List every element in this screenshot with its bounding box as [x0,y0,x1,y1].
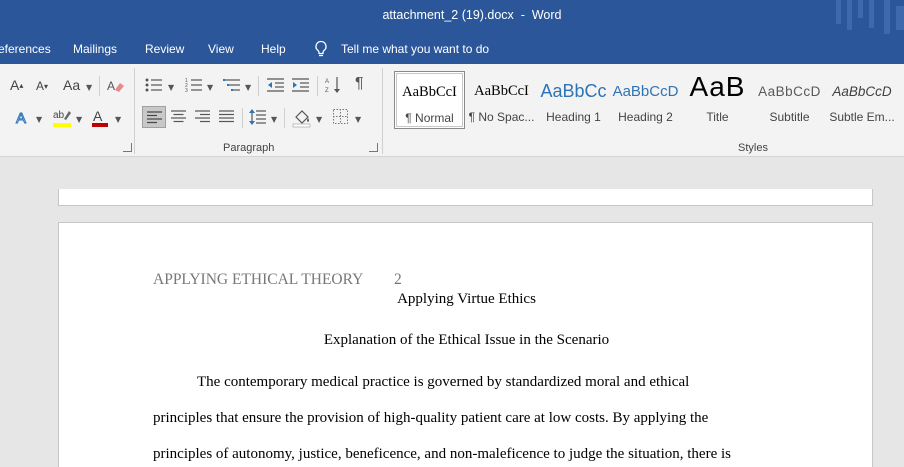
style-name: Heading 2 [618,110,673,124]
document-title: Applying Virtue Ethics [397,291,536,307]
separator [317,76,318,96]
decrease-indent-icon[interactable] [267,77,285,93]
tab-help[interactable]: Help [261,42,286,56]
document-page[interactable]: APPLYING ETHICAL THEORY 2 Applying Virtu… [58,222,873,467]
page-number: 2 [394,271,402,288]
paragraph-dialog-launcher[interactable] [369,143,378,152]
separator [284,108,285,128]
align-right-icon[interactable] [195,110,210,123]
numbering-dropdown-icon[interactable]: ▼ [207,83,213,92]
borders-dropdown-icon[interactable]: ▼ [355,115,361,124]
ribbon: A ▴ A ▾ Aa ▼ A A ▼ ab ▼ A ▼ ▼ 123 ▼ ▼ A … [0,64,904,157]
group-separator [382,68,383,154]
bullets-dropdown-icon[interactable]: ▼ [168,83,174,92]
style-sample: AaBbCc [540,81,607,101]
svg-text:A: A [93,108,103,124]
svg-text:Z: Z [325,88,329,94]
section-heading: Explanation of the Ethical Issue in the … [323,332,610,348]
align-center-icon[interactable] [171,110,186,123]
group-separator [134,68,135,154]
lightbulb-icon [315,40,327,57]
svg-text:A: A [107,79,115,93]
font-color-icon[interactable]: A [91,107,109,129]
font-dialog-launcher[interactable] [123,143,132,152]
style-name: Subtle Em... [829,110,895,124]
bullets-icon[interactable] [145,77,163,93]
font-color-dropdown-icon[interactable]: ▼ [115,115,121,124]
multilevel-dropdown-icon[interactable]: ▼ [245,83,251,92]
paragraph-line: principles of autonomy, justice, benefic… [153,446,731,462]
style-normal[interactable]: AaBbCcI ¶ Normal [394,71,465,129]
paragraph-group-label: Paragraph [223,142,275,154]
clear-formatting-icon[interactable]: A [107,78,125,94]
separator [242,108,243,128]
style-sample: AaBbCcD [758,84,821,99]
style-sample: AaBbCcI [474,83,529,99]
shading-icon[interactable] [292,108,312,128]
style-name: ¶ No Spac... [468,110,535,124]
increase-indent-icon[interactable] [292,77,310,93]
style-sample: AaBbCcD [832,84,892,99]
change-case-button[interactable]: Aa [63,77,80,93]
grow-font-button[interactable]: A ▴ [10,77,23,93]
style-name: Subtitle [769,110,810,124]
shading-dropdown-icon[interactable]: ▼ [316,115,322,124]
text-effects-icon[interactable]: A [14,109,32,128]
align-left-icon [147,111,162,124]
style-sample: AaBbCcI [402,84,457,100]
page-bottom-edge [58,189,873,206]
tab-view[interactable]: View [208,42,234,56]
style-name: ¶ Normal [405,111,454,125]
sort-icon[interactable]: AZ [325,76,343,94]
title-bar: attachment_2 (19).docx - Word [0,0,904,34]
line-spacing-dropdown-icon[interactable]: ▼ [271,115,277,124]
document-area[interactable]: APPLYING ETHICAL THEORY 2 Applying Virtu… [0,158,904,467]
style-subtle-emphasis[interactable]: AaBbCcD Subtle Em... [826,71,898,129]
svg-text:A: A [16,110,26,127]
text-effects-dropdown-icon[interactable]: ▼ [36,115,42,124]
change-case-dropdown-icon[interactable]: ▼ [86,83,92,92]
paragraph-line: principles that ensure the provision of … [153,410,709,426]
align-left-button[interactable] [142,106,166,128]
show-formatting-marks-icon[interactable]: ¶ [355,75,364,93]
separator [99,76,100,96]
tab-references[interactable]: eferences [0,42,51,56]
tab-review[interactable]: Review [145,42,184,56]
numbering-icon[interactable]: 123 [185,77,203,93]
tell-me-search[interactable]: Tell me what you want to do [341,42,489,56]
svg-text:A: A [325,79,329,85]
tab-mailings[interactable]: Mailings [73,42,117,56]
style-title[interactable]: AaB Title [682,71,753,129]
highlight-icon[interactable]: ab [52,107,74,129]
style-name: Title [706,110,729,124]
shrink-font-button[interactable]: A ▾ [36,79,48,93]
borders-icon[interactable] [333,109,348,124]
style-heading-1[interactable]: AaBbCc Heading 1 [538,71,609,129]
svg-text:3: 3 [185,88,188,93]
multilevel-list-icon[interactable] [223,77,241,93]
style-name: Heading 1 [546,110,601,124]
separator [258,76,259,96]
style-sample: AaB [689,71,746,102]
running-head: APPLYING ETHICAL THEORY [153,271,364,288]
title-bar-decoration [836,0,904,34]
style-no-spacing[interactable]: AaBbCcI ¶ No Spac... [466,71,537,129]
justify-icon[interactable] [219,110,234,123]
styles-group-label: Styles [738,142,768,154]
paragraph-line: The contemporary medical practice is gov… [197,374,690,390]
ribbon-tabs: eferences Mailings Review View Help Tell… [0,34,904,64]
window-title: attachment_2 (19).docx - Word [382,8,562,22]
style-sample: AaBbCcD [612,83,679,100]
highlight-dropdown-icon[interactable]: ▼ [76,115,82,124]
style-heading-2[interactable]: AaBbCcD Heading 2 [610,71,681,129]
svg-text:ab: ab [53,110,65,121]
line-spacing-icon[interactable] [249,108,267,126]
style-subtitle[interactable]: AaBbCcD Subtitle [754,71,825,129]
